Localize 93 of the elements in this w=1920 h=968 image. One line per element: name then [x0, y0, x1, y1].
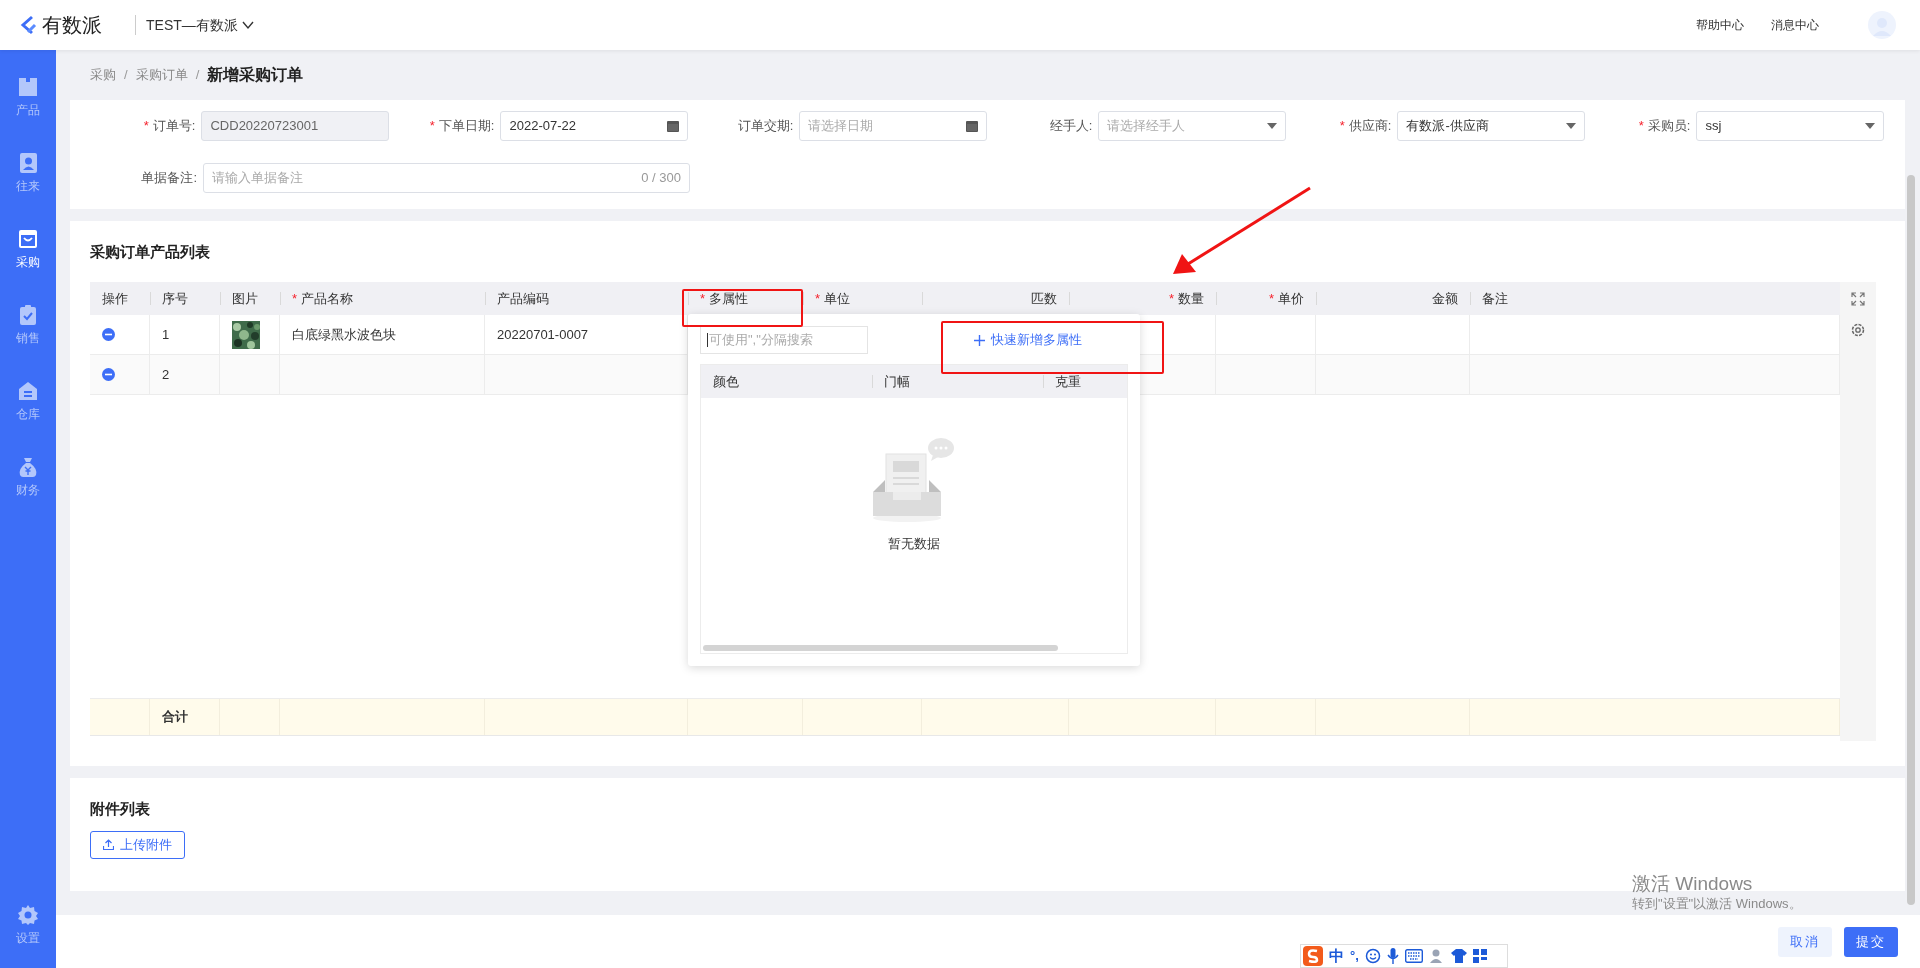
activation-title: 激活 Windows: [1632, 872, 1754, 896]
date-field[interactable]: 请选择日期: [799, 111, 987, 141]
column-header: * 产品名称: [280, 282, 485, 315]
warehouse-icon: [16, 379, 40, 403]
select-field[interactable]: 有数派-供应商: [1397, 111, 1585, 141]
column-header: 备注: [1470, 282, 1840, 315]
calendar-icon: [667, 120, 679, 132]
horizontal-scrollbar[interactable]: [703, 645, 1058, 651]
upload-button[interactable]: 上传附件: [90, 830, 185, 859]
box-icon: [16, 75, 40, 99]
date-field[interactable]: 2022-07-22: [500, 111, 688, 141]
keyboard-icon: [1404, 949, 1423, 963]
ime-punctuation-text: °,: [1350, 947, 1359, 966]
input-field[interactable]: 请输入单据备注 0 / 300: [203, 163, 690, 193]
calendar-icon: [966, 120, 978, 132]
column-header: 匹数: [922, 282, 1069, 315]
table-cell: 2: [150, 355, 220, 394]
remove-row-icon[interactable]: [102, 328, 115, 341]
grid-icon: [1472, 949, 1487, 963]
app-logo-text: 有数派: [42, 13, 102, 38]
basket-icon: [16, 227, 40, 251]
microphone-icon: [1386, 948, 1399, 964]
column-header: 序号: [150, 282, 220, 315]
table-cell: 白底绿黑水波色块: [280, 315, 485, 354]
dropdown-arrow-icon: [1267, 123, 1277, 129]
select-field[interactable]: 请选择经手人: [1098, 111, 1286, 141]
dropdown-arrow-icon: [1566, 123, 1576, 129]
sidebar-item[interactable]: 销售: [16, 292, 40, 358]
column-header: 产品编码: [485, 282, 688, 315]
field-label: * 采购员:: [1638, 117, 1691, 136]
character-counter: 0 / 300: [641, 169, 681, 188]
field-label: 订单交期:: [737, 117, 794, 136]
empty-state-text: 暂无数据: [888, 535, 940, 553]
vertical-scrollbar[interactable]: [1907, 175, 1915, 905]
sidebar-item[interactable]: 产品: [16, 64, 40, 130]
field-label: 经手人:: [1049, 117, 1093, 136]
sidebar-item[interactable]: 采购: [16, 216, 40, 282]
sidebar-item[interactable]: 设置: [16, 892, 40, 958]
required-mark: *: [292, 289, 298, 308]
column-header: 颜色: [712, 372, 740, 391]
settings-icon: [16, 903, 40, 927]
upload-icon: [103, 839, 114, 850]
breadcrumb-item[interactable]: 采购订单: [135, 65, 188, 85]
logo-chevron-icon: [20, 15, 38, 35]
header-link[interactable]: 帮助中心: [1696, 16, 1744, 34]
breadcrumb-separator: /: [124, 66, 128, 85]
field-label: 单据备注:: [141, 169, 197, 188]
column-header: * 数量: [1069, 282, 1216, 315]
chevron-down-icon: [241, 19, 254, 31]
shirt-icon: [1450, 948, 1467, 964]
sidebar-item[interactable]: 往来: [16, 140, 40, 206]
ime-logo-icon: [1303, 946, 1323, 966]
column-header: * 单位: [803, 282, 922, 315]
select-field[interactable]: ssj: [1696, 111, 1884, 141]
required-mark: *: [815, 289, 821, 308]
remove-row-icon[interactable]: [102, 368, 115, 381]
column-header: 操作: [101, 289, 129, 308]
fullscreen-icon[interactable]: [1851, 292, 1865, 306]
column-header: * 单价: [1216, 282, 1316, 315]
column-header: 图片: [220, 282, 280, 315]
cancel-button[interactable]: 取消: [1778, 926, 1832, 957]
ime-toolbar[interactable]: 中 °,: [1300, 944, 1508, 968]
section-title: 采购订单产品列表: [90, 242, 211, 262]
breadcrumb-item[interactable]: 采购: [90, 65, 116, 85]
activation-text: 转到"设置"以激活 Windows。: [1632, 895, 1802, 912]
field-label: * 订单号:: [143, 117, 196, 136]
column-header: 克重: [1043, 365, 1127, 398]
breadcrumb-separator: /: [195, 66, 200, 85]
submit-button[interactable]: 提交: [1844, 926, 1898, 957]
tenant-selector[interactable]: TEST—有数派: [146, 14, 254, 36]
table-cell: 1: [150, 315, 220, 354]
required-mark: *: [1168, 289, 1174, 308]
search-field[interactable]: 可使用","分隔搜索: [700, 326, 868, 354]
user-icon: [1428, 948, 1445, 964]
required-mark: *: [1268, 289, 1274, 308]
total-label: 合计: [150, 699, 220, 735]
smiley-icon: [1364, 948, 1381, 964]
plus-icon: [974, 334, 985, 346]
section-title: 附件列表: [90, 799, 151, 819]
sidebar-item[interactable]: 财务: [16, 444, 40, 510]
sidebar-item[interactable]: 仓库: [16, 368, 40, 434]
breadcrumb-item: 新增采购订单: [207, 65, 304, 85]
required-mark: *: [700, 289, 706, 308]
header-link[interactable]: 消息中心: [1771, 16, 1819, 34]
dropdown-arrow-icon: [1865, 123, 1875, 129]
settings-icon[interactable]: [1850, 322, 1866, 338]
column-header: 门幅: [872, 365, 1044, 398]
field-label: * 下单日期:: [429, 117, 495, 136]
quick-add-link[interactable]: 快速新增多属性: [972, 330, 1084, 350]
column-header: 金额: [1316, 282, 1470, 315]
field-label: * 供应商:: [1339, 117, 1392, 136]
ime-mode-text: 中: [1329, 945, 1344, 966]
input-field: CDD20220723001: [201, 111, 389, 141]
